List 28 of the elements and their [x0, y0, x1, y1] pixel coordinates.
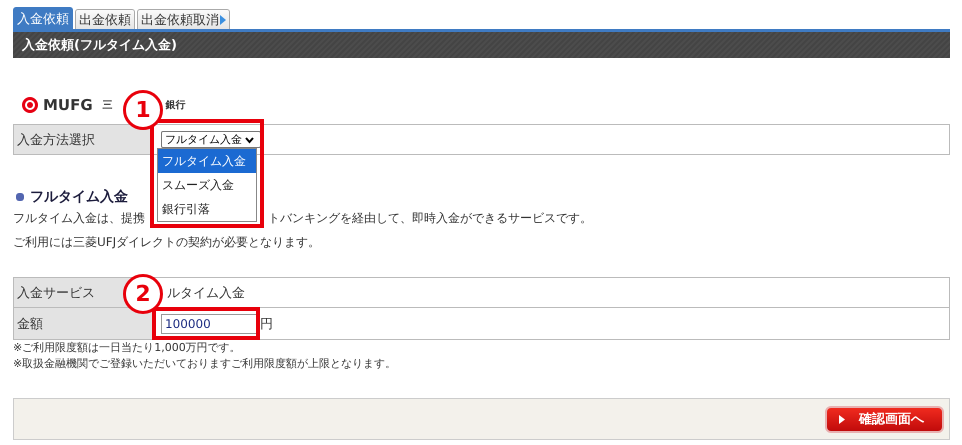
amount-input[interactable]: 100000 — [161, 314, 257, 334]
play-icon — [839, 414, 845, 424]
logo-text: 三 — [102, 99, 113, 112]
tab[interactable]: 出金依頼 — [75, 9, 135, 29]
logo-text: 銀行 — [166, 98, 186, 112]
dropdown-select[interactable]: フルタイム入金 — [161, 131, 261, 148]
dropdown-option[interactable]: 銀行引落 — [158, 197, 256, 221]
dropdown-option[interactable]: スムーズ入金 — [158, 173, 256, 197]
description-text: トバンキングを経由して、即時入金ができるサービスです。 — [268, 210, 592, 226]
section-title: 入金依頼(フルタイム入金) — [22, 36, 177, 54]
scroll-arrow-icon[interactable] — [220, 14, 226, 24]
note-text: ※ご利用限度額は一日当たり1,000万円です。 — [13, 340, 242, 356]
chevron-down-icon — [245, 136, 254, 144]
unit-label: 円 — [260, 316, 273, 332]
label-cell: 金額 — [14, 308, 154, 339]
logo-text: MUFG — [43, 96, 93, 114]
bank-logo-icon — [22, 97, 38, 113]
confirm-button[interactable]: 確認画面へ — [825, 406, 944, 432]
description-text: フルタイム入金は、提携 — [13, 210, 145, 226]
section-heading: フルタイム入金 — [30, 188, 128, 206]
note-text: ※取扱金融機関でご登録いただいておりますご利用限度額が上限となります。 — [13, 356, 398, 372]
tab[interactable]: 出金依頼取消 — [137, 9, 230, 29]
description-text: ご利用には三菱UFJダイレクトの契約が必要となります。 — [13, 234, 320, 250]
dropdown-option[interactable]: フルタイム入金 — [158, 149, 256, 173]
bullet-icon — [16, 193, 24, 201]
step-number-badge: 1 — [123, 90, 163, 130]
tab[interactable]: 入金依頼 — [13, 7, 73, 29]
value-text: ルタイム入金 — [167, 284, 245, 302]
